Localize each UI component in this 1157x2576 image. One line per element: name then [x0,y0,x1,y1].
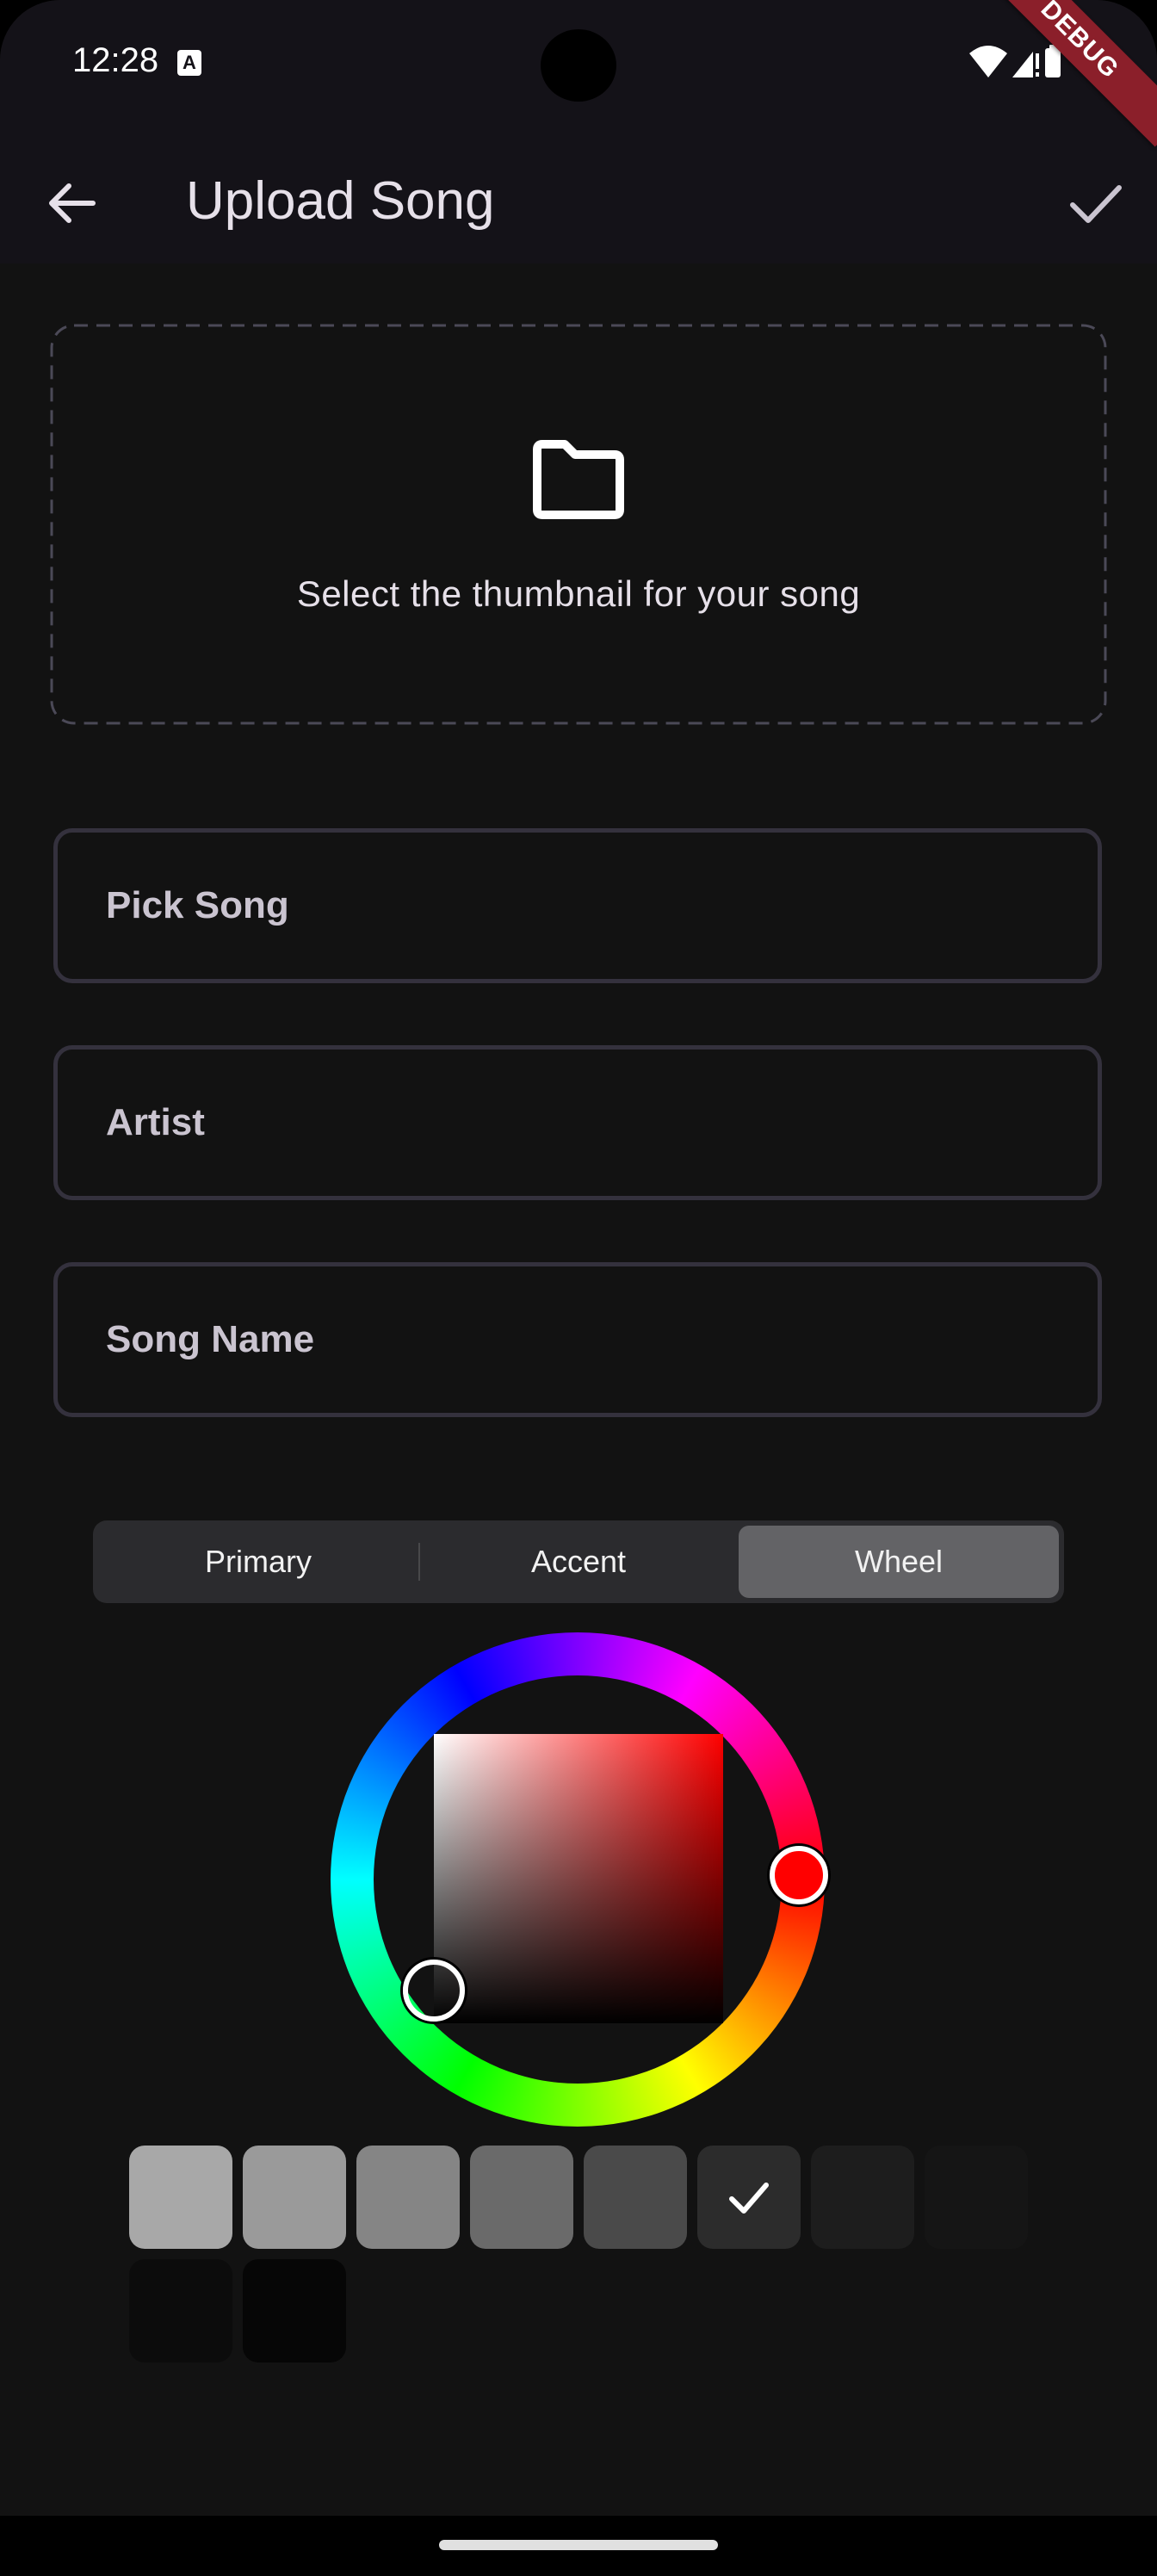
color-swatch[interactable] [470,2146,573,2249]
arrow-left-icon [49,183,96,223]
dashed-border [50,324,1107,725]
saturation-value-square[interactable] [434,1734,723,2023]
battery-icon [1045,48,1061,77]
page-title: Upload Song [186,171,495,231]
artist-field[interactable] [53,1045,1102,1200]
color-swatch[interactable] [243,2146,346,2249]
camera-cutout [541,29,616,102]
color-swatch[interactable] [356,2146,460,2249]
pick-song-input[interactable] [58,833,1098,979]
color-swatch[interactable] [811,2146,914,2249]
thumbnail-label: Select the thumbnail for your song [296,573,861,614]
song-name-input[interactable] [58,1266,1098,1413]
back-button[interactable] [38,169,107,238]
thumbnail-picker[interactable] [50,324,1107,725]
song-name-field[interactable] [53,1262,1102,1417]
color-swatch[interactable] [129,2146,232,2249]
color-swatch[interactable] [243,2259,346,2362]
pick-song-field[interactable] [53,828,1102,983]
confirm-upload-button[interactable] [1061,169,1129,238]
artist-input[interactable] [58,1050,1098,1196]
color-swatch[interactable] [925,2146,1028,2249]
signal-alert-icon [1036,53,1039,69]
status-time: 12:28 [72,41,159,79]
folder-icon [533,440,624,519]
notification-icon: A [177,50,201,76]
color-swatch[interactable] [697,2146,801,2249]
check-icon [1070,185,1122,223]
color-swatch[interactable] [129,2259,232,2362]
wifi-icon [969,46,1007,77]
tab-primary[interactable]: Primary [98,1526,418,1598]
hue-handle[interactable] [770,1846,828,1904]
signal-icon [1012,52,1033,77]
home-indicator[interactable] [439,2540,718,2550]
screen: 12:28 A DEBUG Upload Song Select the thu… [0,0,1157,2576]
system-status-icons [969,45,1061,77]
tab-accent[interactable]: Accent [418,1526,739,1598]
color-swatch[interactable] [584,2146,687,2249]
saturation-value-handle[interactable] [403,1960,465,2022]
tab-wheel[interactable]: Wheel [739,1526,1059,1598]
check-icon [729,2183,769,2214]
color-mode-segmented-control: Primary Accent Wheel [93,1520,1064,1603]
